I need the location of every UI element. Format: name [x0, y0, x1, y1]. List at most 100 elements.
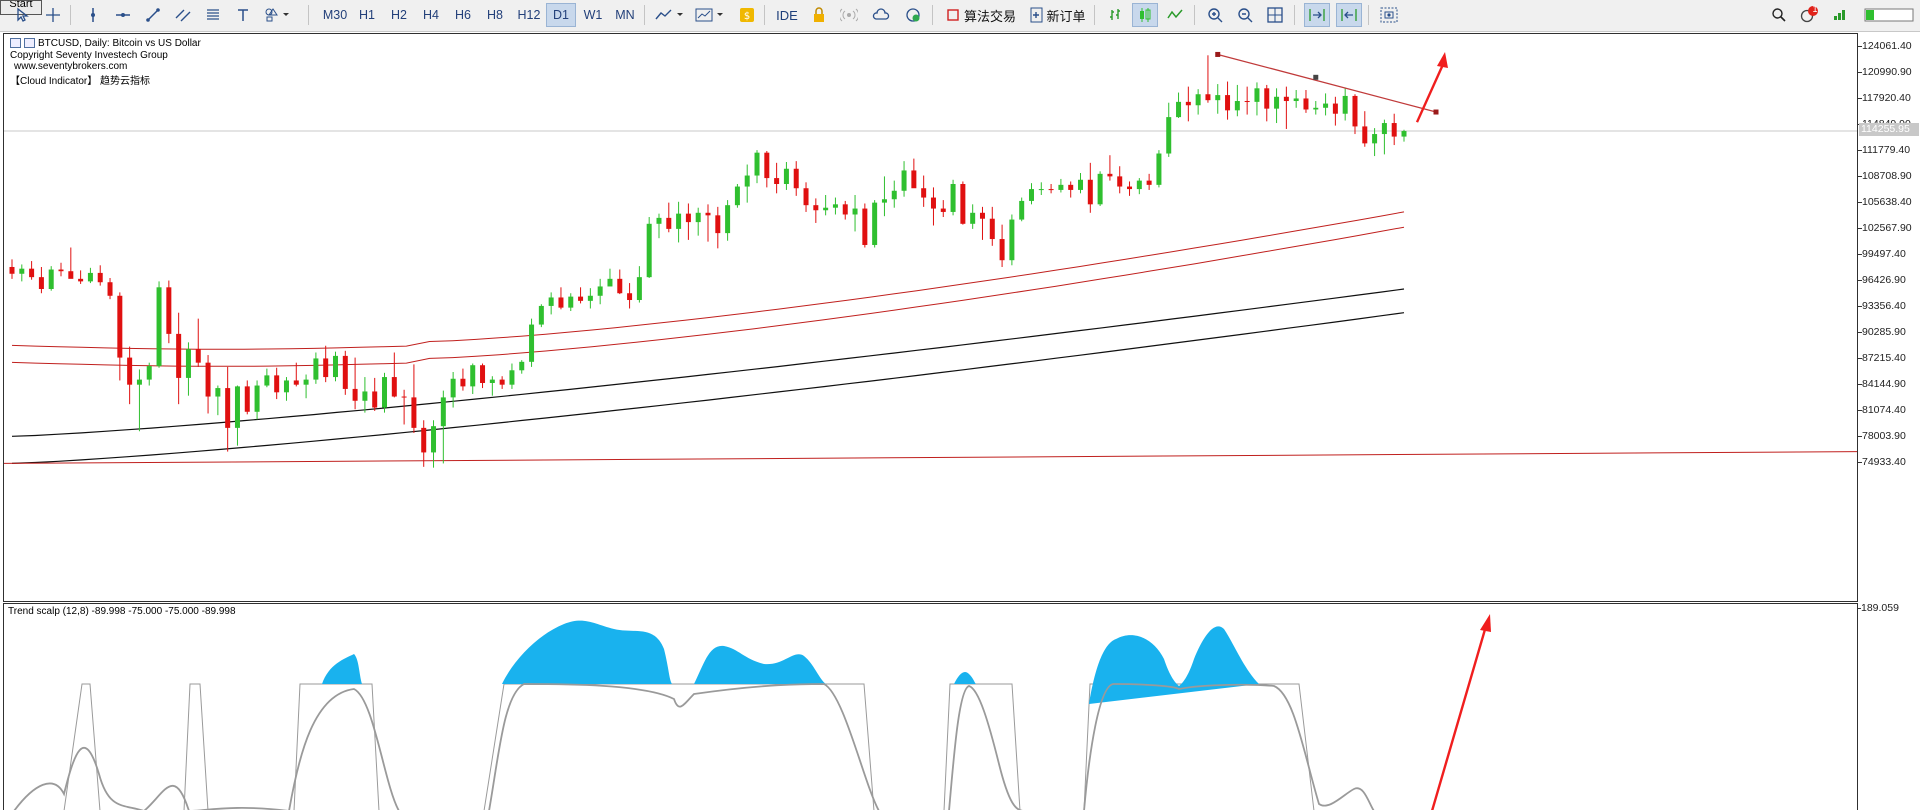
candle — [480, 363, 486, 389]
candle — [1038, 182, 1044, 196]
ide-button[interactable]: IDE — [772, 3, 802, 27]
screenshot-icon[interactable] — [1376, 3, 1402, 27]
candle — [146, 362, 152, 386]
candle — [1009, 214, 1015, 266]
candle — [1283, 86, 1289, 129]
chart-menu-icon[interactable] — [10, 38, 21, 49]
price-chart-canvas[interactable] — [4, 34, 1858, 602]
candle — [9, 259, 15, 279]
price-axis[interactable]: 124061.40120990.90117920.40114849.901117… — [1857, 33, 1920, 602]
signal-icon[interactable] — [836, 3, 862, 27]
template-icon[interactable] — [692, 3, 728, 27]
timeframe-h4[interactable]: H4 — [416, 3, 446, 27]
grid-icon[interactable] — [1262, 3, 1288, 27]
autoscroll-icon[interactable] — [1304, 3, 1330, 27]
trendline-handle[interactable] — [1433, 109, 1439, 115]
candle — [1068, 181, 1074, 198]
candle — [323, 345, 329, 383]
indicator-canvas[interactable] — [4, 604, 1858, 810]
timeframe-h1[interactable]: H1 — [352, 3, 382, 27]
candle — [185, 342, 191, 396]
bull-cloud — [502, 620, 672, 684]
lock-icon[interactable] — [806, 3, 832, 27]
price-chart[interactable]: BTCUSD, Daily: Bitcoin vs US Dollar Copy… — [3, 33, 1858, 602]
candle — [470, 363, 476, 395]
cloud-icon[interactable] — [868, 3, 894, 27]
crosshair-icon[interactable] — [40, 3, 66, 27]
shapes-icon[interactable] — [262, 3, 296, 27]
candle — [215, 385, 221, 416]
candle — [1205, 55, 1211, 103]
candle — [1195, 89, 1201, 115]
algo-trading-button[interactable]: 算法交易 — [964, 3, 1016, 27]
candle — [950, 179, 956, 216]
candle — [38, 266, 44, 294]
candle — [127, 346, 133, 405]
candle — [548, 292, 554, 315]
candle — [911, 158, 917, 189]
price-tick: 111779.40 — [1857, 144, 1911, 156]
bull-cloud — [1089, 626, 1259, 704]
candle — [1097, 171, 1103, 207]
text-icon[interactable] — [230, 3, 256, 27]
candle — [646, 217, 652, 278]
new-order-button[interactable]: 新订单 — [1046, 3, 1086, 27]
market-icon[interactable]: $ — [734, 3, 760, 27]
trendline-handle[interactable] — [1215, 51, 1221, 57]
candle — [695, 207, 701, 236]
candle — [901, 161, 907, 197]
candle — [78, 270, 84, 284]
current-price-label: 114255.95 — [1859, 123, 1919, 137]
trend-scalp-step-line — [63, 683, 1315, 810]
cursor-icon[interactable] — [10, 3, 36, 27]
candle — [872, 200, 878, 248]
timeframe-m30[interactable]: M30 — [320, 3, 350, 27]
zoom-out-icon[interactable] — [1232, 3, 1258, 27]
bar-chart-icon[interactable] — [1102, 3, 1128, 27]
vps-icon[interactable] — [900, 3, 926, 27]
vertical-line-icon[interactable] — [80, 3, 106, 27]
resistance-trendline[interactable] — [1217, 53, 1437, 113]
timeframe-d1[interactable]: D1 — [546, 3, 576, 27]
notification-icon[interactable]: 1 — [1796, 3, 1822, 27]
line-chart-icon[interactable] — [1162, 3, 1188, 27]
timeframe-h12[interactable]: H12 — [512, 3, 546, 27]
candle — [421, 420, 427, 467]
channel-icon[interactable] — [170, 3, 196, 27]
algo-icon[interactable] — [940, 3, 966, 27]
timeframe-mn[interactable]: MN — [610, 3, 640, 27]
candle — [685, 203, 691, 240]
black-band-lower — [11, 312, 1405, 464]
candle — [999, 224, 1005, 267]
zoom-in-icon[interactable] — [1202, 3, 1228, 27]
timeframe-w1[interactable]: W1 — [578, 3, 608, 27]
candle — [617, 269, 623, 295]
indicator-pane[interactable]: Trend scalp (12,8) -89.998 -75.000 -75.0… — [3, 603, 1858, 810]
timeframe-h6[interactable]: H6 — [448, 3, 478, 27]
candle — [117, 292, 123, 381]
candle — [1087, 162, 1093, 213]
candle — [578, 287, 584, 304]
candle — [823, 195, 829, 216]
price-tick: 120990.90 — [1858, 66, 1912, 78]
indicator-icon[interactable] — [652, 3, 688, 27]
bull-cloud — [694, 645, 826, 684]
candle — [264, 368, 270, 388]
candle — [607, 268, 613, 287]
timeframe-h2[interactable]: H2 — [384, 3, 414, 27]
horizontal-line-icon[interactable] — [110, 3, 136, 27]
fibonacci-icon[interactable] — [200, 3, 226, 27]
candle — [1127, 181, 1133, 196]
symbol-label: BTCUSD, Daily: Bitcoin vs US Dollar — [38, 38, 201, 49]
candle-chart-icon[interactable] — [1132, 3, 1158, 27]
candle — [401, 389, 407, 425]
trendline-icon[interactable] — [140, 3, 166, 27]
indicator-arrow — [1431, 625, 1488, 810]
timeframe-h8[interactable]: H8 — [480, 3, 510, 27]
chart-shift-icon[interactable] — [1336, 3, 1362, 27]
candle — [519, 360, 525, 374]
notification-badge: 1 — [1812, 4, 1818, 14]
search-icon[interactable] — [1766, 3, 1792, 27]
candle — [87, 267, 93, 284]
chart-properties-icon[interactable] — [24, 38, 35, 49]
